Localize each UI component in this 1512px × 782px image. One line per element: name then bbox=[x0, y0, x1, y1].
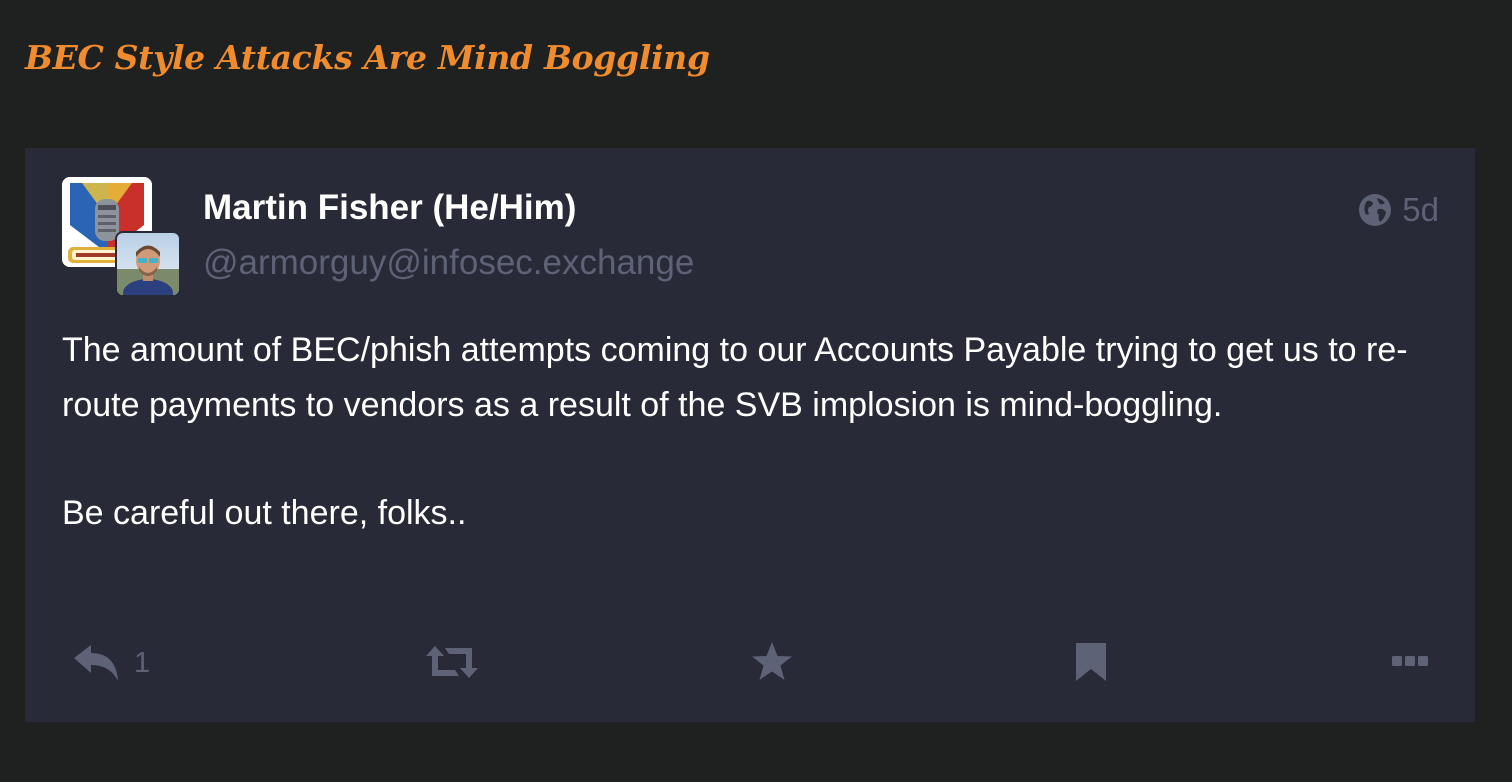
display-name[interactable]: Martin Fisher (He/Him) bbox=[203, 186, 576, 230]
post-meta: 5d bbox=[1358, 190, 1439, 230]
post-content: The amount of BEC/phish attempts coming … bbox=[62, 323, 1442, 541]
post-paragraph: Be careful out there, folks.. bbox=[62, 494, 467, 532]
favourite-icon bbox=[752, 642, 792, 680]
bookmark-button[interactable] bbox=[1074, 642, 1108, 682]
favourite-button[interactable] bbox=[750, 641, 794, 683]
globe-icon bbox=[1359, 194, 1392, 226]
user-avatar[interactable] bbox=[115, 231, 181, 297]
post-paragraph: The amount of BEC/phish attempts coming … bbox=[62, 331, 1408, 424]
more-icon bbox=[1392, 656, 1428, 666]
article-title: BEC Style Attacks Are Mind Boggling bbox=[25, 38, 710, 77]
more-button[interactable] bbox=[1391, 654, 1429, 668]
user-photo-icon bbox=[117, 233, 179, 295]
reply-icon bbox=[74, 645, 118, 681]
post-card: Martin Fisher (He/Him) @armorguy@infosec… bbox=[25, 148, 1475, 722]
post-timestamp[interactable]: 5d bbox=[1402, 190, 1439, 230]
account-handle[interactable]: @armorguy@infosec.exchange bbox=[203, 241, 694, 285]
reply-button[interactable]: 1 bbox=[72, 643, 150, 683]
bookmark-icon bbox=[1076, 643, 1106, 681]
boost-icon bbox=[426, 646, 478, 678]
boost-button[interactable] bbox=[425, 644, 479, 680]
reply-count: 1 bbox=[134, 647, 151, 679]
